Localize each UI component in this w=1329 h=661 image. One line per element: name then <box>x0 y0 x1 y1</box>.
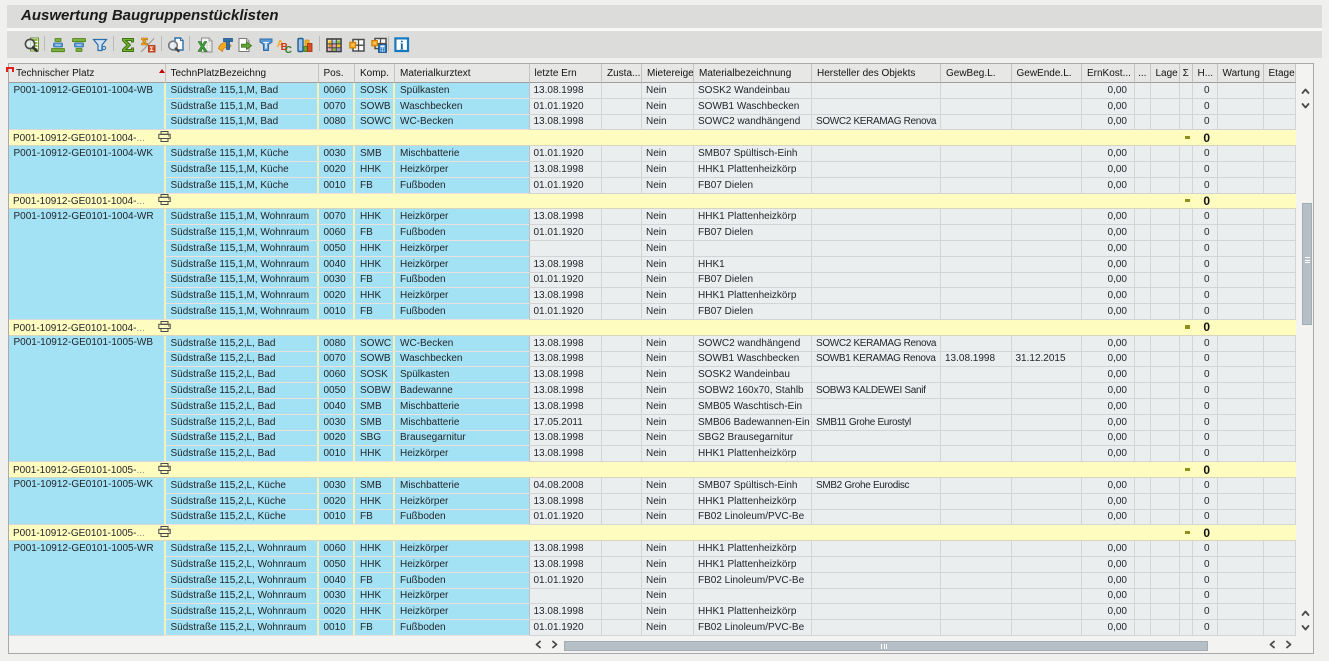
svg-text:T: T <box>263 40 269 50</box>
svg-text:Σ: Σ <box>149 46 153 53</box>
svg-text:i: i <box>399 37 403 52</box>
svg-text:C: C <box>285 45 292 53</box>
